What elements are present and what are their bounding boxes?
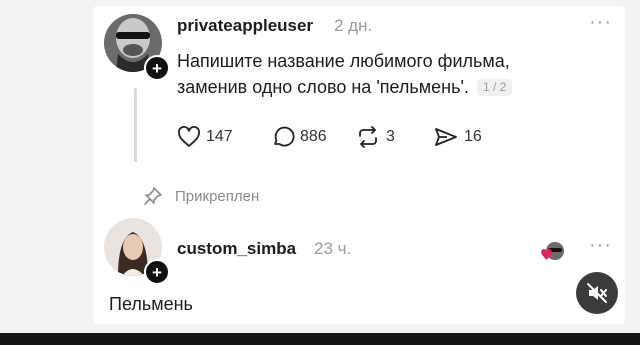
- mute-toggle-button[interactable]: [576, 272, 618, 314]
- comment-button[interactable]: 886: [271, 125, 327, 149]
- like-count: 147: [206, 128, 233, 145]
- mute-icon: [587, 283, 607, 303]
- like-button[interactable]: 147: [177, 125, 233, 149]
- post-username[interactable]: privateappleuser: [177, 16, 313, 36]
- reply-body: Пельмень: [109, 294, 193, 314]
- reaction-avatar-icon[interactable]: [539, 238, 569, 268]
- share-button[interactable]: 16: [433, 125, 482, 149]
- post-more-dots-icon[interactable]: ···: [589, 11, 612, 34]
- comment-bubble-icon: [274, 126, 295, 147]
- pinned-indicator: Прикреплен: [143, 186, 259, 206]
- post-time: 2 дн.: [334, 16, 373, 35]
- post-text-line-1: Напишите название любимого фильма,: [177, 51, 510, 71]
- send-icon: [435, 128, 457, 146]
- reply-more-dots-icon[interactable]: ···: [589, 234, 612, 257]
- repost-button[interactable]: 3: [355, 125, 395, 149]
- comment-count: 886: [300, 128, 327, 145]
- follow-plus-icon[interactable]: +: [144, 259, 170, 285]
- reply-time: 23 ч.: [314, 239, 352, 258]
- image-pager-badge: 1 / 2: [476, 79, 513, 96]
- share-count: 16: [464, 128, 482, 145]
- thread-connector-line: [134, 88, 137, 162]
- heart-icon: [178, 126, 200, 147]
- bottom-bar: [0, 333, 640, 345]
- repost-count: 3: [386, 128, 395, 145]
- reply-username[interactable]: custom_simba: [177, 239, 296, 259]
- repost-icon: [359, 126, 377, 148]
- post-text-line-2: заменив одно слово на 'пельмень'. 1 / 2: [177, 74, 597, 100]
- pin-icon: [144, 187, 162, 205]
- post-body: Напишите название любимого фильма, замен…: [177, 48, 597, 100]
- follow-plus-icon[interactable]: +: [144, 55, 170, 81]
- pinned-label: Прикреплен: [175, 187, 260, 205]
- post-text-line-2-text: заменив одно слово на 'пельмень'.: [177, 77, 469, 97]
